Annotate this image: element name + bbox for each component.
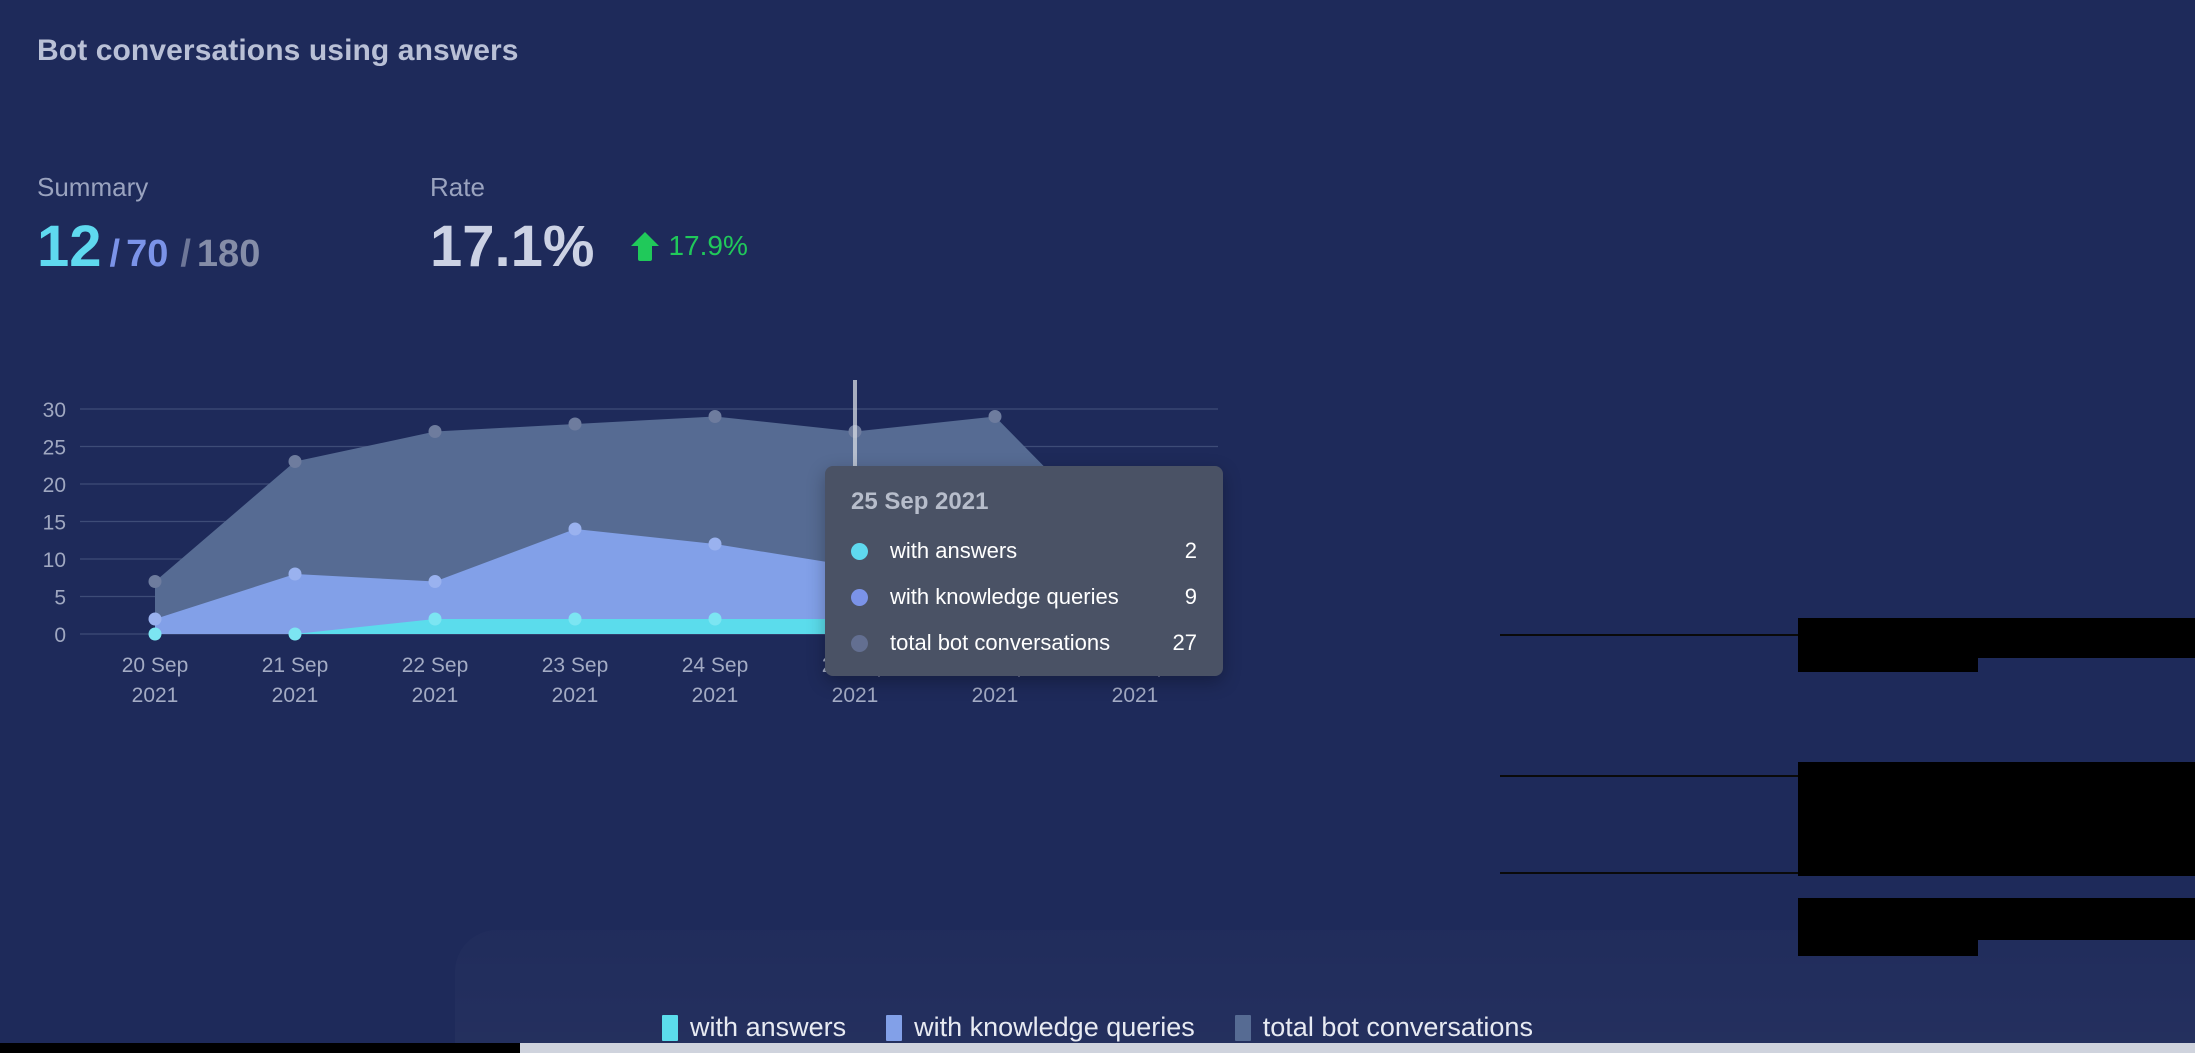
x-axis-tick-year: 2021 <box>272 684 319 707</box>
y-axis-tick-label: 30 <box>43 399 66 422</box>
data-point[interactable] <box>428 575 442 588</box>
redaction-bar <box>1798 762 2195 802</box>
tooltip-series-value: 9 <box>1184 584 1197 609</box>
summary-separator-2: / <box>180 233 191 275</box>
chart-legend[interactable]: with answers with knowledge queries total … <box>0 1012 2195 1043</box>
data-point[interactable] <box>988 410 1002 423</box>
data-point[interactable] <box>288 455 302 468</box>
tooltip-series-name: with answers <box>890 538 1018 563</box>
redaction-bar <box>1798 858 2195 876</box>
legend-swatch <box>662 1014 679 1041</box>
redaction-bar <box>1798 938 1978 956</box>
rate-value: 17.1% <box>430 214 595 279</box>
tooltip-series-value: 27 <box>1172 630 1197 655</box>
x-axis-tick-year: 2021 <box>412 684 459 707</box>
analytics-card: Bot conversations using answers Summary … <box>0 0 2195 1053</box>
legend-item[interactable]: with answers <box>662 1012 846 1043</box>
legend-item[interactable]: total bot conversations <box>1234 1012 1533 1043</box>
rate-label: Rate <box>430 172 485 202</box>
page-title: Bot conversations using answers <box>37 34 519 67</box>
legend-swatch <box>1234 1014 1251 1041</box>
arrow-up-icon <box>631 232 660 261</box>
data-point[interactable] <box>148 575 162 588</box>
redaction-leader-line <box>1500 872 1800 874</box>
data-point[interactable] <box>428 612 442 626</box>
legend-item[interactable]: with knowledge queries <box>886 1012 1195 1043</box>
x-axis-tick-year: 2021 <box>132 684 179 707</box>
y-axis-tick-label: 25 <box>43 437 66 460</box>
x-axis-tick-label: 20 Sep <box>122 654 189 677</box>
data-point[interactable] <box>148 627 162 641</box>
y-axis-tick-label: 10 <box>43 549 66 572</box>
x-axis-tick-label: 21 Sep <box>262 654 329 677</box>
redaction-leader-line <box>1500 634 1800 636</box>
legend-swatch <box>886 1014 903 1041</box>
summary-primary-value: 12 <box>37 214 102 279</box>
y-axis-tick-label: 0 <box>54 624 66 647</box>
summary-label: Summary <box>37 172 149 202</box>
summary-secondary-value: 70 <box>126 233 169 275</box>
data-point[interactable] <box>708 410 722 423</box>
data-point[interactable] <box>708 612 722 626</box>
tooltip-series-dot <box>851 588 868 606</box>
rate-values: 17.1% 17.9% <box>430 218 748 276</box>
summary-tertiary-value: 180 <box>196 233 261 275</box>
redaction-bar <box>1798 800 2195 850</box>
rate-delta: 17.9% <box>630 230 748 262</box>
tooltip-row: with answers 2 <box>851 538 1197 564</box>
redaction-bar <box>1798 654 1978 672</box>
tooltip-series-value: 2 <box>1184 538 1197 563</box>
rate-delta-text: 17.9% <box>668 230 748 261</box>
rate-stat: Rate 17.1% 17.9% <box>430 172 748 276</box>
summary-stat: Summary 12 / 70 / 180 <box>37 172 260 283</box>
x-axis-tick-label: 22 Sep <box>402 654 469 677</box>
summary-separator-1: / <box>109 233 121 275</box>
x-axis-tick-year: 2021 <box>832 684 879 707</box>
x-axis-tick-year: 2021 <box>972 684 1019 707</box>
legend-label: with knowledge queries <box>914 1012 1195 1042</box>
tooltip-row: with knowledge queries 9 <box>851 584 1197 610</box>
legend-label: total bot conversations <box>1262 1012 1533 1042</box>
x-axis-tick-year: 2021 <box>552 684 599 707</box>
data-point[interactable] <box>288 567 302 581</box>
redaction-leader-line <box>1500 775 1800 777</box>
x-axis-tick-label: 23 Sep <box>542 654 609 677</box>
y-axis-tick-label: 5 <box>54 587 66 610</box>
data-point[interactable] <box>708 537 722 551</box>
redaction-bar <box>1798 898 2195 940</box>
data-point[interactable] <box>148 612 162 626</box>
tooltip-series-dot <box>851 634 868 652</box>
data-point[interactable] <box>568 522 582 536</box>
summary-values: 12 / 70 / 180 <box>37 218 260 283</box>
tooltip-series-dot <box>851 542 868 560</box>
chart-tooltip: 25 Sep 2021 with answers 2 with knowledge … <box>825 466 1223 676</box>
tooltip-rows: with answers 2 with knowledge queries 9 tota… <box>851 538 1197 656</box>
data-point[interactable] <box>568 612 582 626</box>
x-axis-tick-year: 2021 <box>692 684 739 707</box>
redaction-bar <box>1798 618 2195 658</box>
x-axis-tick-label: 24 Sep <box>682 654 749 677</box>
x-axis-tick-year: 2021 <box>1112 684 1159 707</box>
tooltip-row: total bot conversations 27 <box>851 630 1197 656</box>
y-axis-tick-label: 20 <box>43 474 66 497</box>
tooltip-date: 25 Sep 2021 <box>851 488 989 515</box>
legend-label: with answers <box>690 1012 847 1042</box>
tooltip-series-name: total bot conversations <box>890 630 1111 655</box>
data-point[interactable] <box>568 417 582 431</box>
tooltip-series-name: with knowledge queries <box>890 584 1119 609</box>
data-point[interactable] <box>428 425 442 438</box>
y-axis-tick-label: 15 <box>43 512 66 535</box>
data-point[interactable] <box>288 627 302 641</box>
bottom-edge-strip-right <box>520 1043 2195 1053</box>
